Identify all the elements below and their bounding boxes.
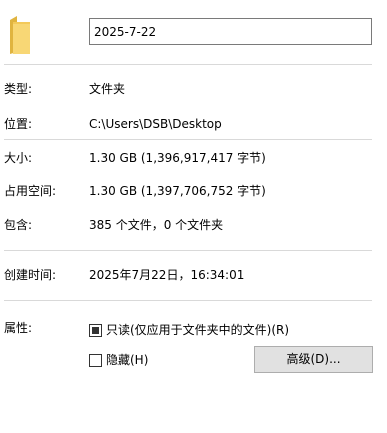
size-on-disk-label: 占用空间: xyxy=(4,184,57,198)
advanced-button[interactable]: 高级(D)... xyxy=(254,346,373,373)
hidden-checkbox[interactable]: 隐藏(H) xyxy=(89,352,148,368)
type-label: 类型: xyxy=(4,82,33,96)
divider xyxy=(4,139,372,140)
contains-label: 包含: xyxy=(4,218,33,232)
size-on-disk-value: 1.30 GB (1,397,706,752 字节) xyxy=(89,184,266,198)
location-value: C:\Users\DSB\Desktop xyxy=(89,117,222,131)
hidden-checkbox-box[interactable] xyxy=(89,353,102,367)
readonly-checkbox[interactable]: 只读(仅应用于文件夹中的文件)(R) xyxy=(89,322,289,338)
created-label: 创建时间: xyxy=(4,268,57,282)
folder-name-input[interactable] xyxy=(89,18,372,45)
readonly-checkbox-label: 只读(仅应用于文件夹中的文件)(R) xyxy=(106,323,290,337)
contains-value: 385 个文件，0 个文件夹 xyxy=(89,218,224,232)
divider xyxy=(4,64,372,65)
divider xyxy=(4,300,372,301)
type-value: 文件夹 xyxy=(89,82,126,96)
location-label: 位置: xyxy=(4,117,33,131)
hidden-checkbox-label: 隐藏(H) xyxy=(106,353,149,367)
divider xyxy=(4,250,372,251)
readonly-checkbox-box[interactable] xyxy=(89,323,102,337)
folder-icon xyxy=(8,14,32,56)
size-value: 1.30 GB (1,396,917,417 字节) xyxy=(89,151,266,165)
attributes-label: 属性: xyxy=(4,321,33,335)
size-label: 大小: xyxy=(4,151,33,165)
created-value: 2025年7月22日，16:34:01 xyxy=(89,268,245,282)
